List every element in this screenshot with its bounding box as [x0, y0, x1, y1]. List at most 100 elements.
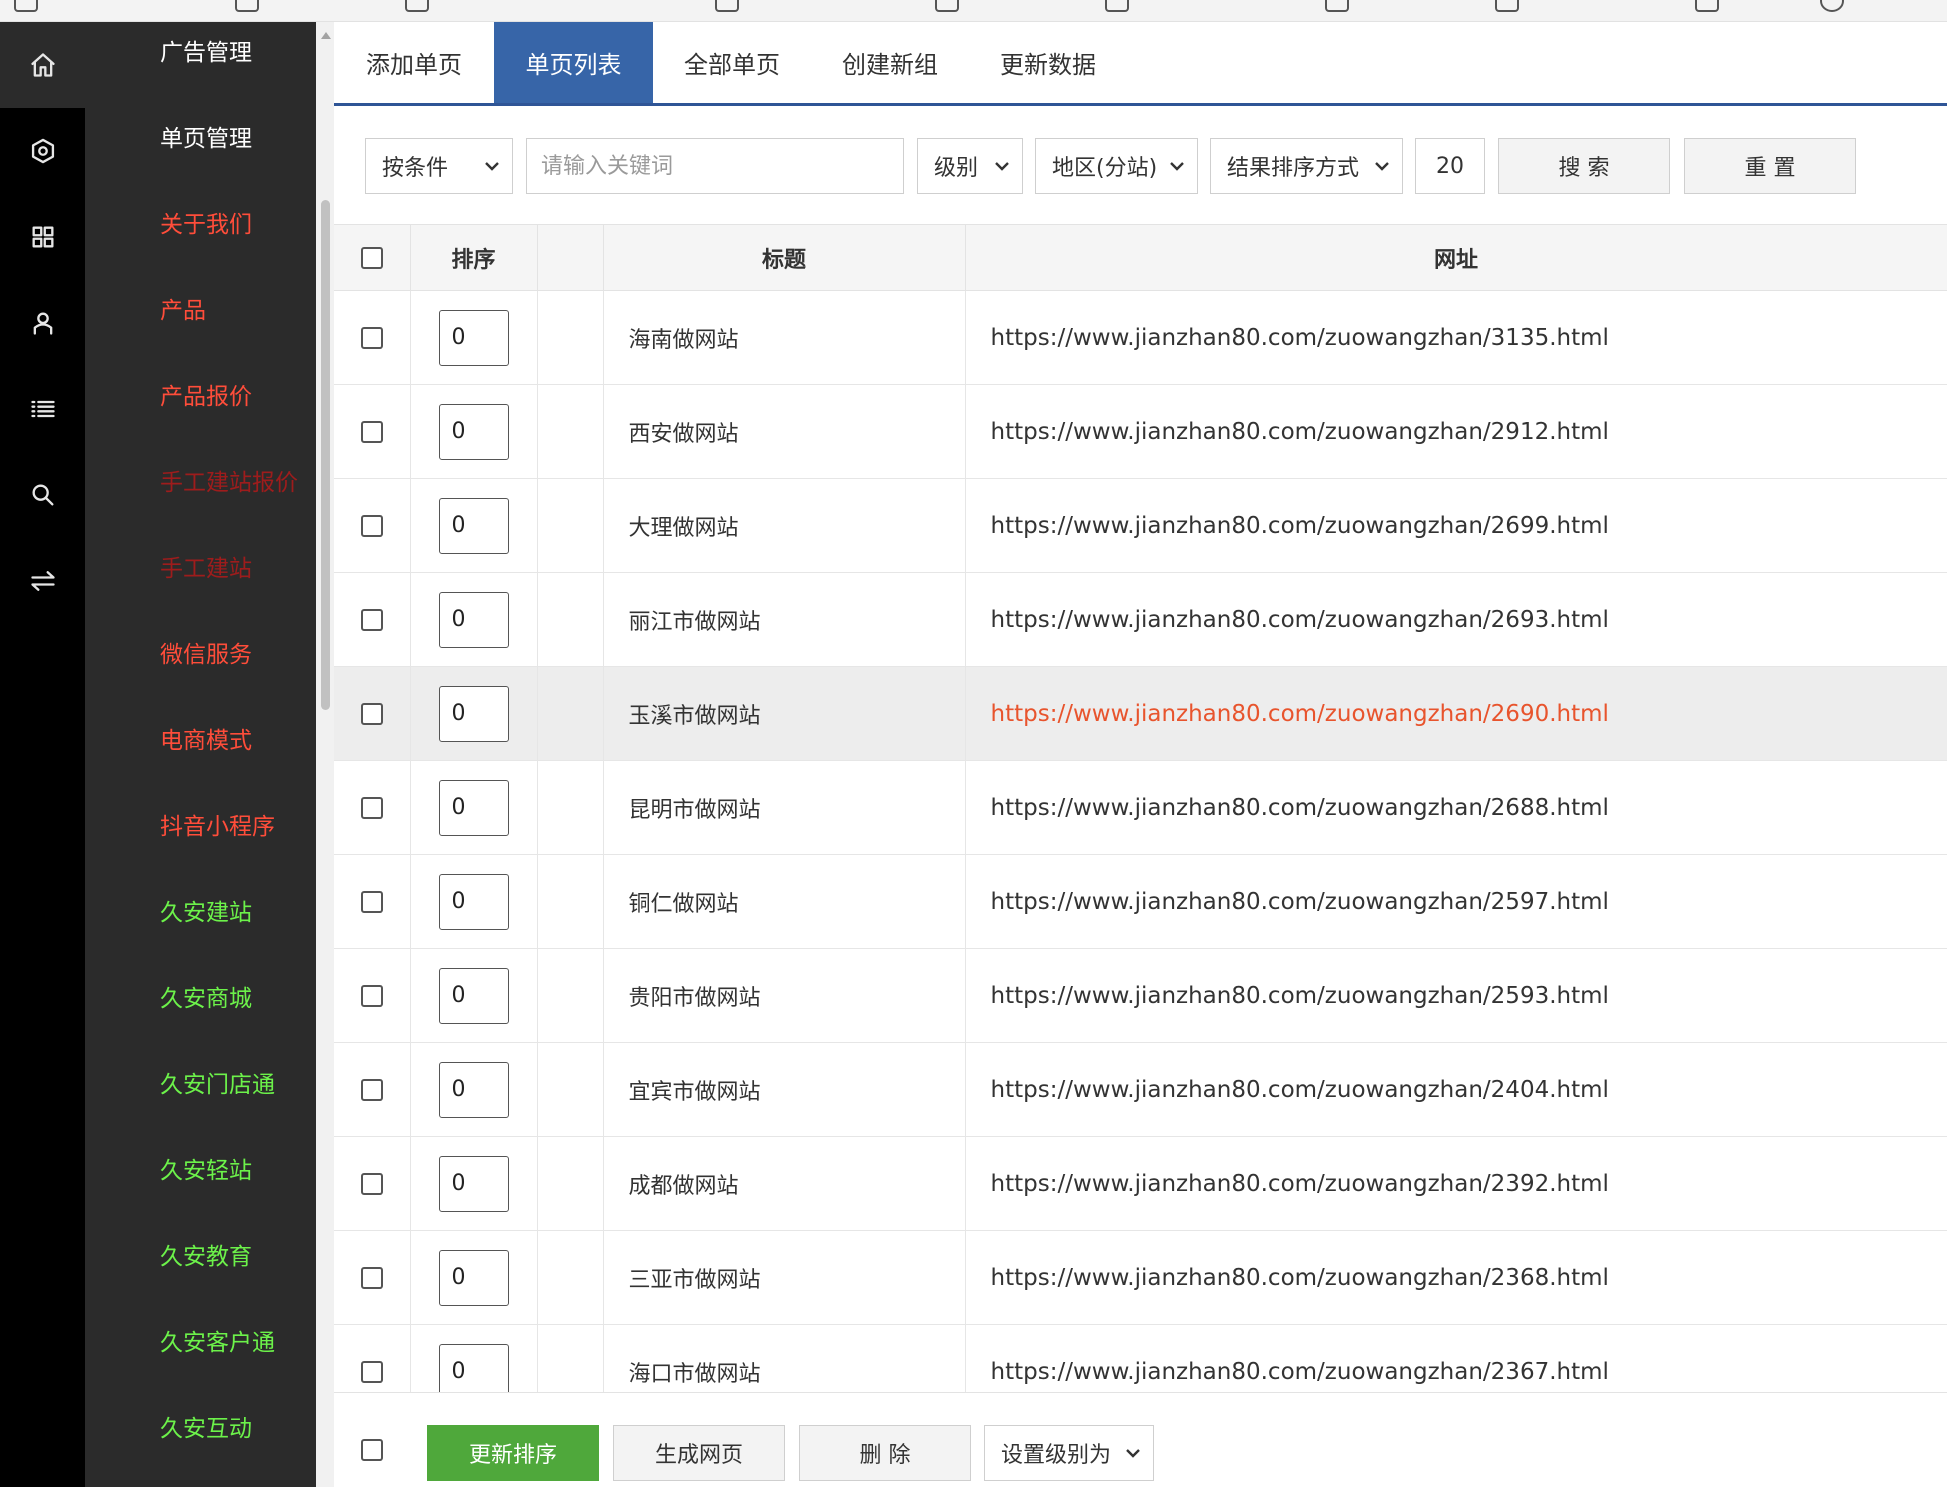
menu-item-jiuan-education[interactable]: 久安教育 [160, 1242, 252, 1272]
row-checkbox[interactable] [360, 985, 383, 1007]
tab-add-page[interactable]: 添加单页 [334, 22, 494, 103]
rail-item-search[interactable] [0, 452, 85, 538]
row-checkbox[interactable] [360, 703, 383, 725]
tab-create-group[interactable]: 创建新组 [811, 22, 969, 103]
set-level-select[interactable]: 设置级别为 [984, 1425, 1154, 1481]
page-url-link[interactable]: https://www.jianzhan80.com/zuowangzhan/2… [965, 384, 1947, 479]
table-row[interactable]: 成都做网站 https://www.jianzhan80.com/zuowang… [334, 1136, 1947, 1231]
page-url-link[interactable]: https://www.jianzhan80.com/zuowangzhan/2… [965, 948, 1947, 1043]
row-checkbox[interactable] [360, 1079, 383, 1101]
header-title[interactable]: 标题 [603, 224, 966, 291]
page-title-cell[interactable]: 昆明市做网站 [603, 760, 966, 855]
page-title-cell[interactable]: 海南做网站 [603, 290, 966, 385]
menu-item-ad-management[interactable]: 广告管理 [160, 38, 252, 68]
page-url-link[interactable]: https://www.jianzhan80.com/zuowangzhan/2… [965, 854, 1947, 949]
globe-icon[interactable] [1820, 0, 1844, 12]
sort-order-input[interactable] [438, 591, 509, 648]
page-title-cell[interactable]: 宜宾市做网站 [603, 1042, 966, 1137]
reset-button[interactable]: 重 置 [1684, 138, 1856, 194]
table-row-highlighted[interactable]: 玉溪市做网站 https://www.jianzhan80.com/zuowan… [334, 666, 1947, 761]
level-select[interactable]: 级别 [917, 138, 1023, 194]
bookmark-icon[interactable] [1695, 0, 1719, 12]
table-row[interactable]: 西安做网站 https://www.jianzhan80.com/zuowang… [334, 384, 1947, 479]
sort-order-input[interactable] [438, 1061, 509, 1118]
menu-item-douyin-miniprogram[interactable]: 抖音小程序 [160, 812, 275, 842]
row-checkbox[interactable] [360, 1173, 383, 1195]
row-checkbox[interactable] [360, 1361, 383, 1383]
page-url-link[interactable]: https://www.jianzhan80.com/zuowangzhan/2… [965, 666, 1947, 761]
page-title-cell[interactable]: 丽江市做网站 [603, 572, 966, 667]
row-checkbox[interactable] [360, 515, 383, 537]
row-checkbox[interactable] [360, 421, 383, 443]
table-row[interactable]: 海南做网站 https://www.jianzhan80.com/zuowang… [334, 290, 1947, 385]
sort-order-select[interactable]: 结果排序方式 [1210, 138, 1403, 194]
row-checkbox[interactable] [360, 1267, 383, 1289]
bookmark-icon[interactable] [1495, 0, 1519, 12]
sort-order-input[interactable] [438, 309, 509, 366]
menu-item-jiuan-interactive[interactable]: 久安互动 [160, 1414, 252, 1444]
menu-item-custom-site[interactable]: 手工建站 [160, 554, 252, 584]
page-url-link[interactable]: https://www.jianzhan80.com/zuowangzhan/2… [965, 572, 1947, 667]
table-row[interactable]: 三亚市做网站 https://www.jianzhan80.com/zuowan… [334, 1230, 1947, 1325]
bookmark-icon[interactable] [1105, 0, 1129, 12]
page-url-link[interactable]: https://www.jianzhan80.com/zuowangzhan/2… [965, 1136, 1947, 1231]
sort-order-input[interactable] [438, 685, 509, 742]
menu-item-product-price[interactable]: 产品报价 [160, 382, 252, 412]
page-title-cell[interactable]: 成都做网站 [603, 1136, 966, 1231]
header-url[interactable]: 网址 [965, 224, 1947, 291]
menu-item-jiuan-lite[interactable]: 久安轻站 [160, 1156, 252, 1186]
table-row[interactable]: 宜宾市做网站 https://www.jianzhan80.com/zuowan… [334, 1042, 1947, 1137]
menu-item-product[interactable]: 产品 [160, 296, 206, 326]
update-sort-button[interactable]: 更新排序 [427, 1425, 599, 1481]
page-title-cell[interactable]: 铜仁做网站 [603, 854, 966, 949]
table-row[interactable]: 昆明市做网站 https://www.jianzhan80.com/zuowan… [334, 760, 1947, 855]
tab-all-pages[interactable]: 全部单页 [653, 22, 811, 103]
tab-page-list[interactable]: 单页列表 [494, 22, 653, 103]
rail-item-user[interactable] [0, 280, 85, 366]
menu-item-jiuan-customer[interactable]: 久安客户通 [160, 1328, 275, 1358]
condition-select[interactable]: 按条件 [365, 138, 513, 194]
search-button[interactable]: 搜 索 [1498, 138, 1670, 194]
rail-item-settings[interactable] [0, 108, 85, 194]
table-row[interactable]: 大理做网站 https://www.jianzhan80.com/zuowang… [334, 478, 1947, 573]
generate-pages-button[interactable]: 生成网页 [613, 1425, 785, 1481]
sort-order-input[interactable] [438, 497, 509, 554]
footer-select-all-checkbox[interactable] [361, 1439, 383, 1461]
page-title-cell[interactable]: 玉溪市做网站 [603, 666, 966, 761]
sort-order-input[interactable] [438, 1249, 509, 1306]
tab-update-data[interactable]: 更新数据 [969, 22, 1127, 103]
rail-item-list[interactable] [0, 366, 85, 452]
rail-item-home[interactable] [0, 22, 85, 108]
menu-item-jiuan-store[interactable]: 久安门店通 [160, 1070, 275, 1100]
sort-order-input[interactable] [438, 1155, 509, 1212]
page-url-link[interactable]: https://www.jianzhan80.com/zuowangzhan/2… [965, 760, 1947, 855]
delete-button[interactable]: 删 除 [799, 1425, 971, 1481]
table-row[interactable]: 铜仁做网站 https://www.jianzhan80.com/zuowang… [334, 854, 1947, 949]
menu-scrollbar[interactable] [316, 22, 334, 1487]
page-size-input[interactable] [1415, 138, 1485, 194]
sort-order-input[interactable] [438, 967, 509, 1024]
menu-item-jiuan-site[interactable]: 久安建站 [160, 898, 252, 928]
sort-order-input[interactable] [438, 403, 509, 460]
page-title-cell[interactable]: 三亚市做网站 [603, 1230, 966, 1325]
keyword-input[interactable] [526, 138, 904, 194]
header-sort[interactable]: 排序 [410, 224, 538, 291]
page-url-link[interactable]: https://www.jianzhan80.com/zuowangzhan/3… [965, 290, 1947, 385]
menu-item-ecommerce[interactable]: 电商模式 [160, 726, 252, 756]
table-row[interactable]: 丽江市做网站 https://www.jianzhan80.com/zuowan… [334, 572, 1947, 667]
row-checkbox[interactable] [360, 609, 383, 631]
page-url-link[interactable]: https://www.jianzhan80.com/zuowangzhan/2… [965, 1230, 1947, 1325]
menu-item-custom-site-price[interactable]: 手工建站报价 [160, 468, 298, 498]
menu-item-about-us[interactable]: 关于我们 [160, 210, 252, 240]
row-checkbox[interactable] [360, 891, 383, 913]
rail-item-grid[interactable] [0, 194, 85, 280]
page-title-cell[interactable]: 贵阳市做网站 [603, 948, 966, 1043]
scrollbar-thumb[interactable] [321, 200, 330, 710]
rail-item-swap[interactable] [0, 538, 85, 624]
bookmark-icon[interactable] [235, 0, 259, 12]
bookmark-icon[interactable] [715, 0, 739, 12]
bookmark-icon[interactable] [14, 0, 38, 12]
bookmark-icon[interactable] [405, 0, 429, 12]
menu-item-jiuan-mall[interactable]: 久安商城 [160, 984, 252, 1014]
bookmark-icon[interactable] [1325, 0, 1349, 12]
